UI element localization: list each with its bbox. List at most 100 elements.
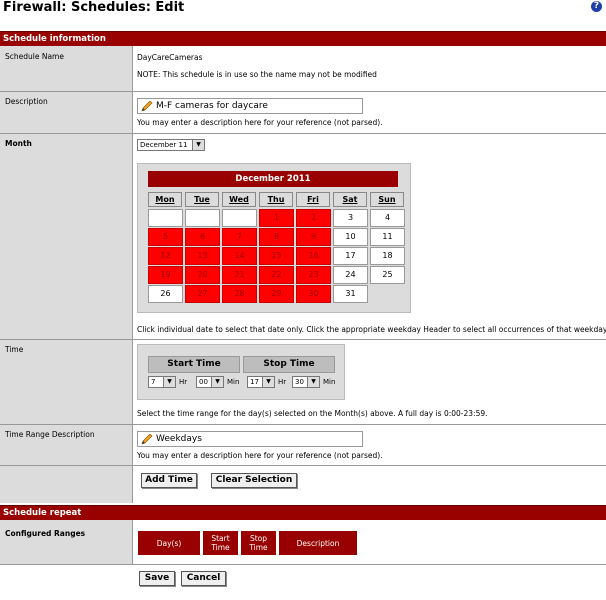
start-hr-label: Hr [179,378,188,386]
calendar-day[interactable]: 7 [222,228,257,246]
schedule-name-note: NOTE: This schedule is in use so the nam… [137,70,377,79]
calendar-day[interactable]: 31 [333,285,368,303]
label-column [0,520,133,564]
calendar-day[interactable]: 14 [222,247,257,265]
month-select-value: December 11 [140,141,188,149]
calendar-day[interactable]: 30 [296,285,331,303]
calendar-day[interactable]: 10 [333,228,368,246]
calendar-day[interactable]: 25 [370,266,405,284]
month-label: Month [5,139,32,148]
calendar-day[interactable]: 13 [185,247,220,265]
weekday-header[interactable]: Tue [185,192,219,207]
time-range-description-label: Time Range Description [5,430,95,439]
page-title: Firewall: Schedules: Edit [3,0,185,15]
start-min-value: 00 [199,378,208,386]
help-icon[interactable]: ? [591,1,602,12]
row-divider [0,424,606,425]
calendar-day[interactable]: 3 [333,209,368,227]
pencil-icon [141,101,153,112]
start-min-label: Min [227,378,240,386]
start-time-header: Start Time [148,356,240,373]
configured-ranges-label: Configured Ranges [5,529,86,538]
column-header-days: Day(s) [137,530,201,556]
calendar-day[interactable]: 15 [259,247,294,265]
calendar-empty-cell [185,209,220,227]
month-select[interactable]: December 11 ▼ [137,139,205,151]
weekday-header[interactable]: Mon [148,192,182,207]
calendar-title: December 2011 [148,171,398,187]
schedule-name-value: DayCareCameras [137,53,203,62]
chevron-down-icon: ▼ [262,377,274,387]
time-range-description-value: Weekdays [156,434,202,444]
column-header-stop-time: Stop Time [240,530,277,556]
stop-time-header: Stop Time [243,356,335,373]
calendar-day[interactable]: 11 [370,228,405,246]
schedule-name-label: Schedule Name [5,52,64,61]
chevron-down-icon: ▼ [211,377,223,387]
stop-hour-select[interactable]: 17 ▼ [247,376,275,388]
calendar-day[interactable]: 4 [370,209,405,227]
chevron-down-icon: ▼ [307,377,319,387]
stop-hour-value: 17 [250,378,259,386]
clear-selection-button[interactable]: Clear Selection [211,473,297,488]
start-hour-select[interactable]: 7 ▼ [148,376,176,388]
description-value: M-F cameras for daycare [156,101,268,111]
calendar-day[interactable]: 20 [185,266,220,284]
stop-min-value: 30 [295,378,304,386]
chevron-down-icon: ▼ [192,140,204,150]
calendar-day[interactable]: 29 [259,285,294,303]
column-header-start-time: Start Time [202,530,239,556]
calendar-help: Click individual date to select that dat… [137,325,606,334]
pencil-icon [141,434,153,445]
start-min-select[interactable]: 00 ▼ [196,376,224,388]
calendar-empty-cell [222,209,257,227]
section-header-schedule-repeat: Schedule repeat [0,505,606,520]
row-divider [0,339,606,340]
weekday-header[interactable]: Sun [370,192,404,207]
calendar-day[interactable]: 19 [148,266,183,284]
calendar-day[interactable]: 22 [259,266,294,284]
time-range-description-help: You may enter a description here for you… [137,451,383,460]
description-help: You may enter a description here for you… [137,118,383,127]
calendar-day[interactable]: 17 [333,247,368,265]
description-input[interactable]: M-F cameras for daycare [137,98,363,114]
start-hour-value: 7 [151,378,156,386]
calendar-day[interactable]: 26 [148,285,183,303]
calendar-day[interactable]: 23 [296,266,331,284]
calendar-day[interactable]: 2 [296,209,331,227]
stop-hr-label: Hr [278,378,287,386]
calendar-day[interactable]: 12 [148,247,183,265]
time-help: Select the time range for the day(s) sel… [137,409,488,418]
weekday-header[interactable]: Thu [259,192,293,207]
calendar-day[interactable]: 18 [370,247,405,265]
calendar-day[interactable]: 28 [222,285,257,303]
section-header-schedule-information: Schedule information [0,31,606,46]
stop-min-select[interactable]: 30 ▼ [292,376,320,388]
calendar-day[interactable]: 1 [259,209,294,227]
time-label: Time [5,345,24,354]
row-divider [0,465,606,466]
column-header-description: Description [278,530,358,556]
chevron-down-icon: ▼ [163,377,175,387]
row-divider [0,133,606,134]
weekday-header[interactable]: Fri [296,192,330,207]
calendar-day[interactable]: 16 [296,247,331,265]
calendar-empty-cell [148,209,183,227]
row-divider [0,564,606,565]
weekday-header[interactable]: Wed [222,192,256,207]
cancel-button[interactable]: Cancel [181,571,226,586]
calendar-day[interactable]: 8 [259,228,294,246]
save-button[interactable]: Save [139,571,175,586]
description-label: Description [5,97,48,106]
weekday-header[interactable]: Sat [333,192,367,207]
calendar-day[interactable]: 5 [148,228,183,246]
calendar-day[interactable]: 9 [296,228,331,246]
stop-min-label: Min [323,378,336,386]
row-divider [0,91,606,92]
calendar-day[interactable]: 21 [222,266,257,284]
calendar-day[interactable]: 6 [185,228,220,246]
calendar-day[interactable]: 24 [333,266,368,284]
calendar-day[interactable]: 27 [185,285,220,303]
time-range-description-input[interactable]: Weekdays [137,431,363,447]
add-time-button[interactable]: Add Time [141,473,197,488]
